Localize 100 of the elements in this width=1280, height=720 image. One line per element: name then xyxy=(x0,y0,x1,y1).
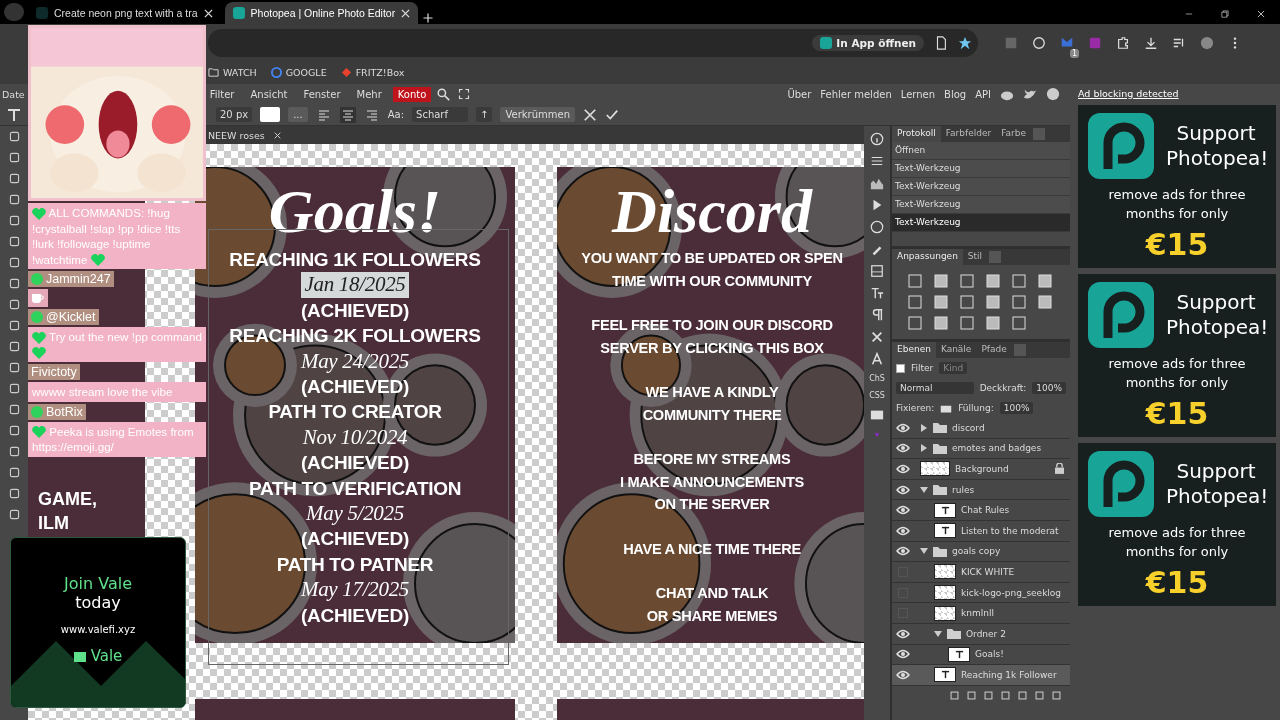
histogram-icon[interactable] xyxy=(870,176,884,190)
bucket-tool-icon[interactable] xyxy=(7,340,21,353)
close-icon[interactable] xyxy=(203,8,213,18)
history-item[interactable]: Text-Werkzeug xyxy=(892,196,1070,214)
install-icon[interactable] xyxy=(934,36,948,50)
adjustment-icon[interactable] xyxy=(1011,273,1027,289)
browser-tab[interactable]: Create neon png text with a tra xyxy=(28,2,221,24)
bookmark[interactable]: WATCH xyxy=(208,66,257,78)
header-link[interactable]: Fehler melden xyxy=(820,88,892,100)
compass-icon[interactable] xyxy=(870,220,884,234)
pen-tool-icon[interactable] xyxy=(7,424,21,437)
adjustment-icon[interactable] xyxy=(985,315,1001,331)
brush-tool-icon[interactable] xyxy=(7,277,21,290)
layer-row[interactable]: Background xyxy=(892,459,1070,480)
mask-icon[interactable] xyxy=(983,689,994,701)
header-link[interactable]: API xyxy=(975,88,991,100)
history-item[interactable]: Text-Werkzeug xyxy=(892,160,1070,178)
menu-item[interactable]: Date xyxy=(0,88,27,100)
shape-tool-icon[interactable] xyxy=(7,466,21,479)
blur-tool-icon[interactable] xyxy=(7,361,21,374)
ad-card[interactable]: Support Photopea! remove ads for three months for only €15 xyxy=(1078,105,1276,268)
cancel-icon[interactable] xyxy=(583,107,597,122)
panel-tab[interactable]: Anpassungen xyxy=(892,249,963,265)
layer-row[interactable]: emotes and badges xyxy=(892,438,1070,460)
glyph-icon[interactable] xyxy=(870,352,884,366)
panel-tab[interactable]: Stil xyxy=(962,249,988,265)
eye-icon[interactable] xyxy=(896,525,910,536)
heal-tool-icon[interactable] xyxy=(7,256,21,269)
filter-checkbox[interactable] xyxy=(896,363,905,373)
adjustment-icon[interactable] xyxy=(907,315,923,331)
warp-button[interactable]: Verkrümmen xyxy=(500,107,575,122)
zoom-tool-icon[interactable] xyxy=(7,508,21,521)
media-icon[interactable] xyxy=(1172,36,1186,50)
kind-select[interactable]: Kind xyxy=(939,362,968,374)
layer-row[interactable]: Reaching 1k Follower xyxy=(892,665,1070,686)
facebook-icon[interactable] xyxy=(1046,87,1060,101)
layer-row[interactable]: kick-logo-png_seeklog xyxy=(892,582,1070,604)
eye-icon[interactable] xyxy=(896,546,910,557)
eye-icon[interactable] xyxy=(896,628,910,639)
dodge-tool-icon[interactable] xyxy=(7,382,21,395)
download-icon[interactable] xyxy=(1144,36,1158,50)
panel-tab[interactable]: Farbe xyxy=(996,126,1031,142)
new-layer-icon[interactable] xyxy=(1034,689,1045,701)
collapse-arrow-icon[interactable] xyxy=(920,423,928,432)
panel-tab[interactable]: Kanäle xyxy=(935,342,977,358)
expand-arrow-icon[interactable] xyxy=(934,629,942,638)
hand-tool-icon[interactable] xyxy=(7,487,21,500)
direction-select[interactable]: ↑ xyxy=(476,107,493,122)
opacity-field[interactable]: 100% xyxy=(1032,382,1066,394)
adjustment-icon[interactable] xyxy=(985,273,1001,289)
wand-tool-icon[interactable] xyxy=(7,193,21,206)
adjustment-icon[interactable] xyxy=(959,273,975,289)
ad-card[interactable]: Support Photopea! remove ads for three months for only €15 xyxy=(1078,443,1276,606)
layer-row[interactable]: Chat Rules xyxy=(892,500,1070,521)
eye-icon[interactable] xyxy=(896,505,910,516)
document-tab[interactable]: NEEW roses xyxy=(208,129,265,141)
type-tool-icon[interactable] xyxy=(7,403,21,416)
close-icon[interactable] xyxy=(272,130,282,140)
expand-arrow-icon[interactable] xyxy=(920,547,928,556)
menu-item[interactable]: Fenster xyxy=(298,86,346,102)
menu-item[interactable]: Filter xyxy=(204,86,240,102)
layer-row[interactable]: goals copy xyxy=(892,541,1070,563)
history-item[interactable]: Öffnen xyxy=(892,142,1070,160)
panel-tab[interactable]: Protokoll xyxy=(892,126,941,142)
info-icon[interactable] xyxy=(870,132,884,146)
fill-field[interactable]: 100% xyxy=(999,402,1034,414)
restore-icon[interactable] xyxy=(1220,9,1230,19)
extension-icon[interactable] xyxy=(1032,36,1046,50)
adjustment-icon[interactable] xyxy=(907,294,923,310)
select-tool-icon[interactable] xyxy=(7,445,21,458)
crop-tool-icon[interactable] xyxy=(7,214,21,227)
align-button[interactable] xyxy=(339,106,356,123)
font-size-field[interactable]: 20 px xyxy=(216,107,253,122)
commit-icon[interactable] xyxy=(605,107,619,122)
adjustment-icon[interactable] xyxy=(959,294,975,310)
eye-icon[interactable] xyxy=(896,649,910,660)
eye-icon[interactable] xyxy=(896,484,910,495)
ad-card[interactable]: Support Photopea! remove ads for three months for only €15 xyxy=(1078,274,1276,437)
link-icon[interactable] xyxy=(949,689,960,701)
more-options-button[interactable]: ... xyxy=(288,107,308,122)
panel-label[interactable]: ChS xyxy=(869,374,885,383)
eye-icon[interactable] xyxy=(896,669,910,680)
panel-tab[interactable]: Pfade xyxy=(976,342,1012,358)
eye-icon[interactable] xyxy=(896,443,910,454)
close-icon[interactable] xyxy=(401,8,411,18)
adjustment-icon[interactable] xyxy=(1037,294,1053,310)
layer-row[interactable]: Goals! xyxy=(892,644,1070,666)
image-icon[interactable] xyxy=(870,408,884,422)
adjustment-icon[interactable] xyxy=(1011,294,1027,310)
star-icon[interactable] xyxy=(958,36,972,50)
profile-icon[interactable] xyxy=(1200,36,1214,50)
fullscreen-icon[interactable] xyxy=(458,88,471,100)
address-field[interactable]: In App öffnen xyxy=(208,29,978,57)
twitter-icon[interactable] xyxy=(1023,87,1037,101)
layer-row[interactable]: Ordner 2 xyxy=(892,623,1070,645)
history-item[interactable]: Text-Werkzeug xyxy=(892,214,1070,232)
effects-icon[interactable] xyxy=(966,689,977,701)
eraser-tool-icon[interactable] xyxy=(7,319,21,332)
adjustment-icon[interactable] xyxy=(933,273,949,289)
tools-icon[interactable] xyxy=(870,330,884,344)
